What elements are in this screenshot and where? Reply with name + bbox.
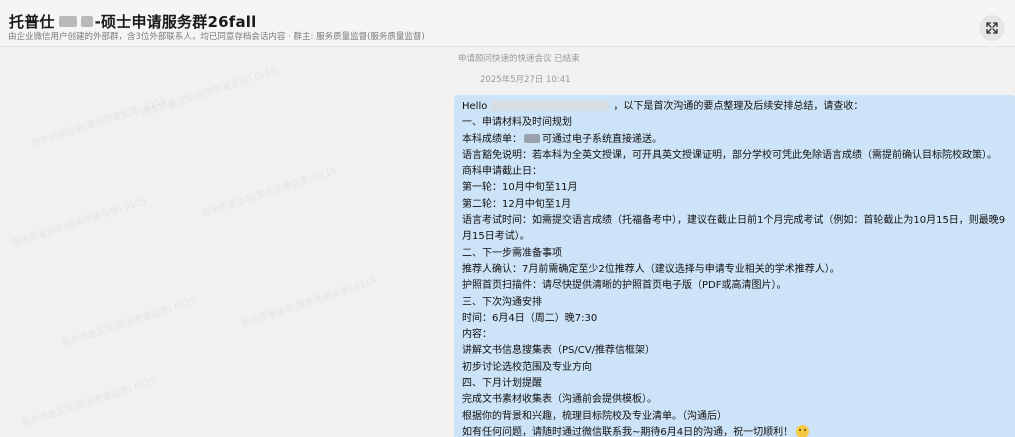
expand-arrows-icon: [986, 22, 998, 34]
message-line: 本科成绩单： 可通过电子系统直接递送。: [462, 132, 1011, 148]
watermark: 服务质量监督(服务质量监督) 0115: [30, 96, 168, 150]
section-heading: 二、下一步需准备事项: [462, 247, 562, 259]
system-notice: 申请顾问快速的快速会议 已结束: [458, 54, 580, 64]
group-title: 托普仕 - 硕士申请服务群26fall: [9, 11, 256, 32]
closing-text: 如有任何问题，请随时通过微信联系我~期待6月4日的沟通，祝一切顺利！: [462, 426, 794, 437]
message-line: 如有任何问题，请随时通过微信联系我~期待6月4日的沟通，祝一切顺利！: [462, 425, 1011, 437]
message-area[interactable]: 服务质量监督(服务质量监督) 0115 服务质量监督(服务质量监督) 0115 …: [0, 47, 1015, 437]
redacted-name-block: [491, 101, 610, 111]
watermark: 服务质量监督(服务质量监督) 0115: [240, 276, 378, 330]
message-line: 推荐人确认：7月前需确定至少2位推荐人（建议选择与申请专业相关的学术推荐人）。: [462, 263, 840, 275]
watermark: 服务质量监督(服务质量监督) 0115: [140, 66, 278, 120]
chat-header: 托普仕 - 硕士申请服务群26fall 由企业微信用户创建的外部群，含3位外部联…: [0, 0, 1015, 47]
message-bubble[interactable]: Hello ，以下是首次沟通的要点整理及后续安排总结，请查收： 一、申请材料及时间…: [454, 95, 1015, 437]
message-line: 语言考试时间：如需提交语言成绩（托福备考中），建议在截止日前1个月完成考试（例如…: [462, 215, 1006, 243]
message-line: 内容：: [462, 329, 492, 341]
expand-button[interactable]: [979, 15, 1005, 41]
message-line: 完成文书素材收集表（沟通前会提供模板）。: [462, 394, 657, 406]
message-line: 护照首页扫描件：请尽快提供清晰的护照首页电子版（PDF或高清图片）。: [462, 280, 787, 292]
greeting-prefix: Hello: [462, 101, 488, 112]
message-line: 第二轮：12月中旬至1月: [462, 198, 572, 210]
watermark: 服务质量监督(服务质量监督) 0115: [60, 296, 198, 350]
redacted-name-block: [58, 16, 77, 27]
message-line: 根据你的背景和兴趣，梳理目标院校及专业清单。（沟通后）: [462, 410, 727, 422]
chat-window: 托普仕 - 硕士申请服务群26fall 由企业微信用户创建的外部群，含3位外部联…: [0, 0, 1015, 437]
transcript-prefix: 本科成绩单：: [462, 133, 522, 145]
watermark: 服务质量监督(服务质量监督) 0115: [200, 166, 338, 220]
watermark: 服务质量监督(服务质量监督) 0115: [20, 376, 158, 430]
group-title-suffix: 硕士申请服务群26fall: [101, 13, 257, 31]
message-timestamp: 2025年5月27日 10:41: [480, 75, 571, 85]
transcript-suffix: 可通过电子系统直接递送。: [542, 133, 662, 145]
message-line: 讲解文书信息搜集表（PS/CV/推荐信框架）: [462, 345, 655, 357]
group-title-prefix: 托普仕: [9, 13, 55, 31]
message-line: 语言豁免说明：若本科为全英文授课，可开具英文授课证明，部分学校可凭此免除语言成绩…: [462, 149, 997, 161]
redacted-name-block: [80, 16, 93, 27]
section-heading: 四、下月计划提醒: [462, 378, 542, 390]
watermark: 服务质量监督(服务质量监督) 0115: [10, 196, 148, 250]
message-line: 初步讨论选校范围及专业方向: [462, 361, 592, 373]
section-heading: 一、申请材料及时间规划: [462, 117, 572, 129]
grinning-sweat-emoji-icon: [796, 425, 810, 437]
message-line: 商科申请截止日：: [462, 166, 542, 178]
redacted-text-block: [524, 134, 540, 144]
message-line: Hello ，以下是首次沟通的要点整理及后续安排总结，请查收：: [462, 99, 1011, 115]
group-description: 由企业微信用户创建的外部群，含3位外部联系人，均已同意存档会话内容 · 群主: …: [8, 32, 425, 42]
message-line: 时间：6月4日（周二）晚7:30: [462, 312, 598, 324]
greeting-suffix: ，以下是首次沟通的要点整理及后续安排总结，请查收：: [613, 101, 864, 112]
section-heading: 三、下次沟通安排: [462, 296, 542, 308]
message-line: 第一轮：10月中旬至11月: [462, 182, 578, 194]
